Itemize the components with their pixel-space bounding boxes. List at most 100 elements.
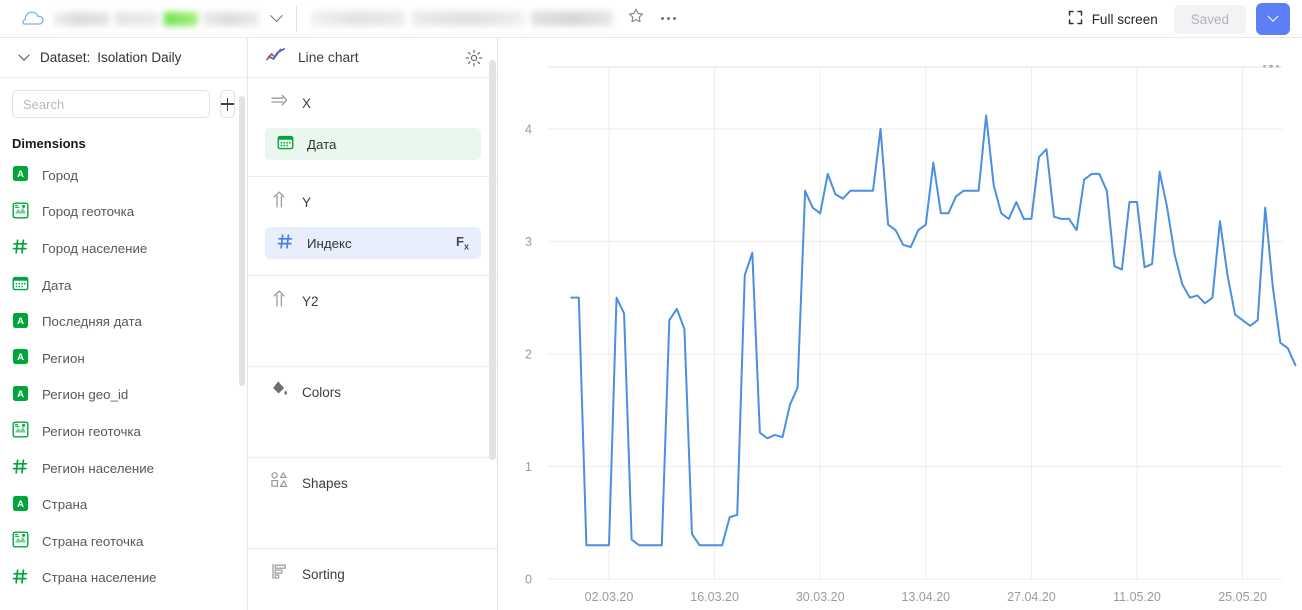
chart-config-panel: Line chart X Дата Y Индекс Fx Y2 Colors Shapes S… (248, 38, 498, 610)
y-axis-icon (270, 190, 289, 214)
section-header: X (248, 92, 497, 114)
dimension-field-row[interactable]: A Страна (0, 486, 247, 523)
string-field-icon: A (12, 165, 29, 185)
dimension-field-label: Город (42, 167, 78, 183)
chevron-down-icon (1267, 10, 1279, 22)
number-field-icon (12, 458, 29, 478)
dimension-field-row[interactable]: Страна население (0, 560, 247, 597)
dimensions-section-title: Dimensions (12, 136, 86, 151)
search-input[interactable] (12, 90, 210, 118)
svg-text:A: A (17, 316, 24, 327)
formula-icon[interactable]: Fx (456, 234, 469, 252)
string-field-icon: A (12, 495, 29, 515)
chart-type-header[interactable]: Line chart (248, 38, 497, 78)
number-field-icon (277, 233, 294, 253)
empty-drop-zone[interactable] (248, 585, 497, 610)
chart-title-breadcrumb[interactable] (311, 11, 613, 26)
fullscreen-button[interactable]: Full screen (1062, 6, 1164, 32)
string-field-icon: A (12, 348, 29, 368)
fullscreen-label: Full screen (1091, 11, 1158, 27)
svg-text:02.03.20: 02.03.20 (585, 590, 634, 604)
dimension-field-label: Регион население (42, 460, 155, 476)
title-part (311, 11, 405, 26)
dimension-field-row[interactable]: A Регион geo_id (0, 377, 247, 414)
gear-icon[interactable] (465, 49, 483, 67)
svg-text:30.03.20: 30.03.20 (796, 590, 845, 604)
dimension-field-row[interactable]: Город население (0, 230, 247, 267)
chart-type-label: Line chart (298, 50, 359, 65)
dimension-field-row[interactable]: A Регион (0, 340, 247, 377)
dimension-field-label: Город геоточка (42, 204, 135, 220)
dimension-field-label: Дата (42, 277, 72, 293)
favorite-star-icon[interactable] (627, 7, 645, 30)
field-chip[interactable]: Индекс Fx (265, 227, 481, 259)
dimension-field-label: Регион (42, 350, 85, 366)
dimension-field-row[interactable]: A Город (0, 157, 247, 194)
empty-drop-zone[interactable] (248, 403, 497, 445)
workbook-breadcrumb[interactable] (54, 11, 259, 26)
svg-text:2: 2 (525, 347, 532, 361)
dimension-field-label: Город население (42, 240, 148, 256)
svg-text:27.04.20: 27.04.20 (1007, 590, 1056, 604)
svg-text:1: 1 (525, 460, 532, 474)
dataset-header[interactable]: Dataset: Isolation Daily (0, 38, 247, 78)
field-chip[interactable]: Дата (265, 128, 481, 160)
string-field-icon: A (12, 385, 29, 405)
field-chip-label: Дата (307, 136, 337, 152)
y-axis-icon (270, 289, 289, 313)
section-title: Colors (302, 384, 342, 400)
empty-drop-zone[interactable] (248, 494, 497, 536)
number-field-icon (12, 238, 29, 258)
chevron-down-icon (18, 49, 30, 61)
dimension-field-label: Регион geo_id (42, 387, 129, 403)
title-part (531, 11, 613, 26)
date-field-icon (277, 134, 294, 154)
line-chart-plot: 0 1 2 3 4 02.03.20 16.03.20 30.03.20 13.04.20 27.… (525, 66, 1297, 604)
dimension-field-label: Последняя дата (42, 314, 142, 330)
number-field-icon (12, 568, 29, 588)
line-chart-icon (266, 46, 286, 69)
section-header: Sorting (248, 563, 497, 585)
config-section-y: Y Индекс Fx (248, 177, 497, 276)
breadcrumb-part (203, 11, 259, 26)
svg-text:16.03.20: 16.03.20 (690, 590, 739, 604)
svg-text:4: 4 (525, 122, 532, 136)
svg-text:0: 0 (525, 573, 532, 587)
svg-text:A: A (17, 352, 24, 363)
date-field-icon (12, 275, 29, 295)
dimension-field-row[interactable]: Город геоточка (0, 194, 247, 231)
config-section-x: X Дата (248, 78, 497, 177)
left-panel-scrollbar-thumb[interactable] (239, 96, 245, 386)
svg-text:13.04.20: 13.04.20 (901, 590, 950, 604)
saved-button[interactable]: Saved (1173, 4, 1246, 34)
svg-text:A: A (17, 499, 24, 510)
add-field-button[interactable] (220, 90, 235, 118)
data-series-line (570, 114, 1297, 547)
string-field-icon: A (12, 312, 29, 332)
dataset-name: Isolation Daily (97, 50, 182, 65)
dimension-field-row[interactable]: Дата (0, 267, 247, 304)
dimension-field-label: Страна (42, 497, 88, 513)
dataset-fields-panel: Dataset: Isolation Daily Dimensions A Гор… (0, 38, 248, 610)
section-title: Y2 (302, 293, 319, 309)
x-axis-icon (270, 91, 289, 115)
dimension-field-row[interactable]: A Последняя дата (0, 303, 247, 340)
config-panel-scrollbar-thumb[interactable] (489, 60, 496, 460)
dimensions-field-list: A Город Город геоточка Город население Дата A… (0, 157, 247, 596)
svg-text:3: 3 (525, 235, 532, 249)
svg-text:11.05.20: 11.05.20 (1113, 590, 1161, 604)
config-section-sorting: Sorting (248, 549, 497, 610)
dimension-field-row[interactable]: Регион население (0, 450, 247, 487)
save-dropdown-button[interactable] (1256, 3, 1290, 35)
dimension-field-row[interactable]: Страна геоточка (0, 523, 247, 560)
empty-drop-zone[interactable] (248, 312, 497, 354)
section-header: Y (248, 191, 497, 213)
section-header: Colors (248, 381, 497, 403)
top-bar: Full screen Saved (0, 0, 1302, 38)
fullscreen-icon (1068, 10, 1083, 28)
breadcrumb-chevron-down-icon[interactable] (265, 8, 287, 30)
section-header: Shapes (248, 472, 497, 494)
dimension-field-row[interactable]: Регион геоточка (0, 413, 247, 450)
more-horizontal-icon[interactable] (661, 17, 676, 20)
cloud-icon (0, 11, 44, 27)
